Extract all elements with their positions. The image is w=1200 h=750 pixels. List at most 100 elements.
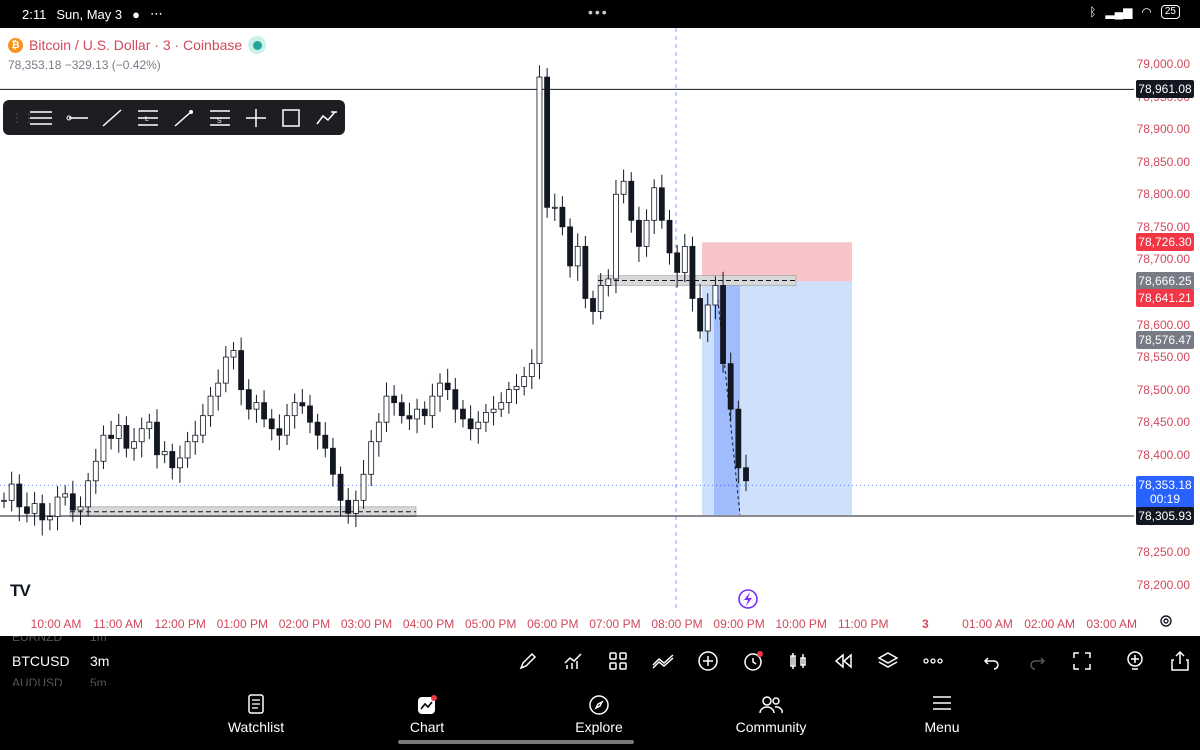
tradingview-logo: TV <box>10 581 31 600</box>
candle <box>658 187 665 221</box>
drag-handle-icon[interactable]: ⋮⋮ <box>11 112 35 124</box>
status-bar: 2:11 Sun, May 3 ● ⋯ ••• ᛒ ▂▄▆ ◠ 25 <box>0 0 1200 28</box>
candle <box>628 180 635 221</box>
candle <box>314 421 321 436</box>
alert-clock-icon[interactable] <box>730 646 775 676</box>
price-axis-label: 78,600.00 <box>1136 317 1190 332</box>
candle <box>24 506 30 514</box>
candle <box>689 245 696 299</box>
price-axis-label: 78,850.00 <box>1136 154 1190 169</box>
symbol-switch-item[interactable]: BTCUSD 3m <box>12 653 122 669</box>
nav-explore[interactable]: Explore <box>539 694 659 735</box>
price-axis-label: 78,450.00 <box>1136 415 1190 430</box>
candle <box>1 499 7 502</box>
redo-icon[interactable] <box>1014 646 1059 676</box>
price-axis-label: 78,200.00 <box>1136 577 1190 592</box>
layout-grid-icon[interactable] <box>595 646 640 676</box>
signal-icon: ▂▄▆ <box>1105 5 1133 19</box>
candle <box>505 389 512 404</box>
candle <box>330 447 336 475</box>
candle <box>85 480 92 508</box>
candle <box>735 408 742 469</box>
drawing-toolbar[interactable]: ⋮⋮ L S <box>3 100 345 135</box>
candle <box>299 402 306 407</box>
share-icon[interactable] <box>1157 646 1200 676</box>
trend-line-icon[interactable] <box>95 100 131 135</box>
home-indicator[interactable] <box>398 740 634 744</box>
chart-settings-icon[interactable] <box>1158 613 1174 629</box>
candle <box>597 285 604 312</box>
candle <box>643 219 650 247</box>
ideas-bulb-icon[interactable] <box>1112 646 1157 676</box>
candle <box>31 503 38 514</box>
candle <box>207 395 214 417</box>
price-axis-label: 78,700.00 <box>1136 252 1190 267</box>
candles-icon[interactable] <box>775 646 820 676</box>
more-icon[interactable] <box>910 646 955 676</box>
candle <box>544 76 551 208</box>
candle <box>582 245 589 299</box>
candle <box>712 285 719 306</box>
symbol-switcher[interactable]: EURNZD 1m BTCUSD 3m AUDUSD 5m <box>12 636 142 686</box>
candle <box>536 76 543 364</box>
candle <box>513 385 520 391</box>
chart-area[interactable]: ₿ Bitcoin / U.S. Dollar · 3 · Coinbase 7… <box>0 28 1200 636</box>
long-position-icon[interactable]: L <box>130 100 166 135</box>
crosshair-icon[interactable] <box>238 100 274 135</box>
price-tag: 78,726.30 <box>1136 233 1194 252</box>
fullscreen-icon[interactable] <box>1059 646 1104 676</box>
candle <box>521 376 528 387</box>
add-icon[interactable] <box>685 646 730 676</box>
candle <box>452 389 459 410</box>
candle <box>46 516 53 521</box>
candle <box>437 382 443 397</box>
bar-countdown: 00:19 <box>1149 492 1181 507</box>
horizontal-lines-icon[interactable] <box>23 100 59 135</box>
chart-icon <box>418 695 437 714</box>
candle <box>620 180 627 195</box>
candle <box>199 415 206 436</box>
candle <box>215 382 222 397</box>
time-axis-label: 06:00 PM <box>527 617 579 631</box>
candle <box>161 451 168 456</box>
symbol-title[interactable]: Bitcoin / U.S. Dollar · 3 · Coinbase <box>29 37 242 53</box>
symbol-switch-item[interactable]: EURNZD 1m <box>12 636 122 644</box>
multitask-dots-icon[interactable]: ••• <box>588 4 609 20</box>
nav-chart[interactable]: Chart <box>367 694 487 735</box>
candle <box>414 408 420 420</box>
symbol-switch-item[interactable]: AUDUSD 5m <box>12 676 122 686</box>
nav-menu[interactable]: Menu <box>882 694 1002 735</box>
time-axis-label: 09:00 PM <box>713 617 765 631</box>
candle <box>383 395 390 423</box>
indicators-icon[interactable] <box>550 646 595 676</box>
candle <box>138 428 145 443</box>
short-position-icon[interactable]: S <box>202 100 238 135</box>
candle <box>368 441 375 475</box>
price-change-line: 78,353.18 −329.13 (−0.42%) <box>8 58 161 72</box>
nav-watchlist[interactable]: Watchlist <box>196 694 316 735</box>
candle <box>307 405 313 423</box>
pencil-icon[interactable] <box>505 646 550 676</box>
compare-icon[interactable] <box>640 646 685 676</box>
arrow-icon[interactable] <box>166 100 202 135</box>
replay-icon[interactable] <box>820 646 865 676</box>
candle <box>704 304 711 332</box>
market-open-icon <box>248 36 267 54</box>
horizontal-ray-icon[interactable] <box>59 100 95 135</box>
candle <box>567 226 573 267</box>
nav-label: Menu <box>924 719 960 735</box>
compass-icon <box>589 695 609 715</box>
time-axis-label: 12:00 PM <box>154 617 206 631</box>
candle <box>743 467 749 482</box>
candle <box>123 425 130 449</box>
candle <box>559 206 566 228</box>
nav-community[interactable]: Community <box>711 694 831 735</box>
symbol-header[interactable]: ₿ Bitcoin / U.S. Dollar · 3 · Coinbase <box>8 36 267 54</box>
hamburger-icon <box>933 696 951 710</box>
time-axis-label: 01:00 AM <box>962 617 1013 631</box>
layers-icon[interactable] <box>865 646 910 676</box>
time-axis-label: 02:00 AM <box>1024 617 1075 631</box>
path-icon[interactable] <box>309 100 345 135</box>
undo-icon[interactable] <box>969 646 1014 676</box>
rectangle-icon[interactable] <box>273 100 309 135</box>
